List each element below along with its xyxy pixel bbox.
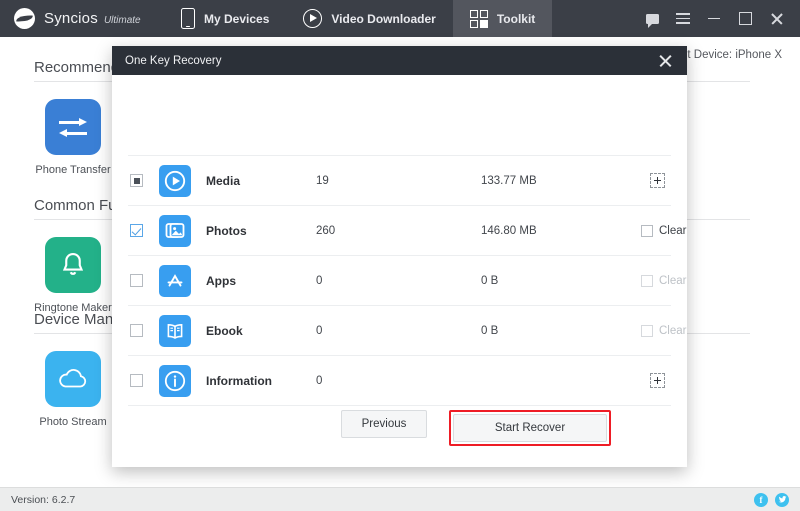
row-action [650,173,671,188]
maximize-icon [738,12,752,25]
recovery-item-list: Media 19 133.77 MB Photos 260 146.80 MB … [128,155,686,406]
row-count: 0 [316,324,323,337]
maximize-button[interactable] [732,6,758,32]
start-recover-highlight: Start Recover [449,410,611,446]
toolkit-grid-icon [469,9,488,28]
row-count: 19 [316,174,329,187]
nav-item-my-devices[interactable]: My Devices [164,0,286,37]
brand-edition: Ultimate [103,15,141,26]
row-label: Photos [206,223,247,238]
row-label: Ebook [206,323,243,338]
clear-label: Clear [659,274,687,287]
row-label: Information [206,373,272,388]
expand-icon[interactable] [650,173,665,188]
row-select-checkbox-apps[interactable] [130,274,143,287]
status-bar: Version: 6.2.7 f [0,487,800,511]
transfer-arrows-icon [45,99,101,155]
clear-label: Clear [659,324,687,337]
dialog-title: One Key Recovery [125,54,222,67]
title-bar: Syncios Ultimate My Devices Video Downlo… [0,0,800,37]
row-label: Media [206,173,241,188]
cloud-icon [45,351,101,407]
row-select-checkbox-information[interactable] [130,374,143,387]
nav-item-toolkit[interactable]: Toolkit [452,0,553,37]
previous-button[interactable]: Previous [341,410,427,438]
media-play-icon [159,164,191,197]
twitter-icon[interactable] [775,492,789,507]
version-label: Version: 6.2.7 [11,493,76,506]
table-row[interactable]: Media 19 133.77 MB [128,156,671,206]
minimize-icon [708,17,720,20]
row-label: Apps [206,273,236,288]
main-nav: My Devices Video Downloader Toolkit [164,0,553,37]
row-action [650,373,671,388]
close-icon [770,12,783,25]
start-recover-button[interactable]: Start Recover [453,414,607,442]
table-row[interactable]: Information 0 [128,356,671,406]
dialog-title-bar: One Key Recovery [112,46,687,75]
menu-icon [676,13,690,24]
nav-item-toolkit-label: Toolkit [496,11,536,26]
tile-phone-transfer-label: Phone Transfer [35,164,111,176]
row-select-checkbox-media[interactable] [130,174,143,187]
clear-checkbox-apps [641,274,653,287]
expand-icon[interactable] [650,373,665,388]
tile-ringtone-maker[interactable]: Ringtone Maker [34,237,112,314]
row-action: Clear [641,324,692,337]
brand-name: Syncios [44,10,98,27]
tile-photo-stream-label: Photo Stream [39,416,107,428]
nav-item-my-devices-label: My Devices [204,11,270,26]
book-icon [159,314,191,347]
tile-phone-transfer[interactable]: Phone Transfer [34,99,112,176]
close-window-button[interactable] [763,6,789,32]
row-select-checkbox-photos[interactable] [130,224,143,237]
facebook-icon[interactable]: f [754,492,768,507]
dialog-close-button[interactable] [655,50,677,72]
row-size: 0 B [481,274,499,287]
minimize-button[interactable] [701,6,727,32]
app-brand: Syncios Ultimate [0,0,164,37]
dialog-body: Media 19 133.77 MB Photos 260 146.80 MB … [112,75,687,467]
window-controls [639,0,800,37]
clear-label: Clear [659,224,687,237]
row-count: 260 [316,224,336,237]
row-size: 146.80 MB [481,224,537,237]
table-row[interactable]: Ebook 0 0 B Clear [128,306,686,356]
clear-checkbox-ebook [641,324,653,337]
nav-item-video-downloader-label: Video Downloader [331,11,436,26]
phone-icon [181,8,195,29]
table-row[interactable]: Photos 260 146.80 MB Clear [128,206,686,256]
photos-icon [159,214,191,247]
row-select-checkbox-ebook[interactable] [130,324,143,337]
info-circle-icon [159,364,191,397]
apps-store-icon [159,264,191,297]
feedback-bubble-icon [645,13,659,28]
feedback-button[interactable] [639,6,665,32]
row-count: 0 [316,374,323,387]
clear-checkbox-photos[interactable] [641,224,653,237]
bell-icon [45,237,101,293]
nav-item-video-downloader[interactable]: Video Downloader [286,0,452,37]
social-links: f [754,492,800,507]
row-count: 0 [316,274,323,287]
row-size: 0 B [481,324,499,337]
row-size: 133.77 MB [481,174,537,187]
tile-photo-stream[interactable]: Photo Stream [34,351,112,428]
table-row[interactable]: Apps 0 0 B Clear [128,256,686,306]
dialog-button-bar: Previous Start Recover [112,410,687,446]
row-action: Clear [641,224,692,237]
play-circle-icon [303,9,323,28]
one-key-recovery-dialog: One Key Recovery Media 19 133.77 MB Phot… [112,46,687,467]
application-window: Syncios Ultimate My Devices Video Downlo… [0,0,800,511]
syncios-logo-icon [14,8,35,29]
menu-button[interactable] [670,6,696,32]
row-action: Clear [641,274,692,287]
